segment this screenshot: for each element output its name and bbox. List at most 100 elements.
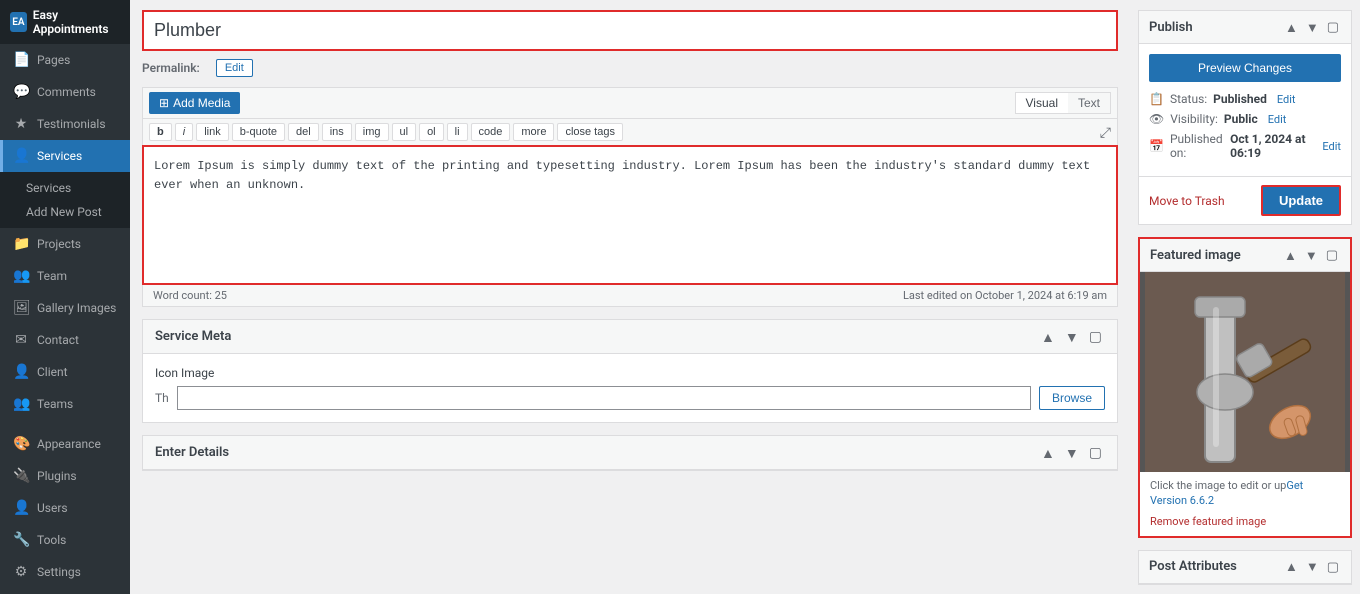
post-attributes-title: Post Attributes <box>1149 559 1283 574</box>
visibility-icon: 👁 <box>1149 112 1164 126</box>
sidebar-sub-item-services[interactable]: Services <box>0 176 130 200</box>
sidebar-item-label: Client <box>37 365 68 379</box>
sidebar-item-services[interactable]: 👤 Services <box>0 140 130 172</box>
post-title-input[interactable] <box>142 10 1118 51</box>
service-meta-title: Service Meta <box>155 329 1038 344</box>
sidebar-item-team[interactable]: 👥 Team <box>0 260 130 292</box>
details-collapse-up[interactable]: ▲ <box>1038 445 1058 461</box>
publish-collapse-up[interactable]: ▲ <box>1283 19 1300 35</box>
content-area: Permalink: Edit ⊞ Add Media Visual Text … <box>130 0 1360 594</box>
word-count-label: Word count: <box>153 289 212 302</box>
status-edit-link[interactable]: Edit <box>1277 93 1296 106</box>
status-icon: 📋 <box>1149 92 1164 106</box>
fmt-img[interactable]: img <box>355 123 389 141</box>
fmt-link[interactable]: link <box>196 123 229 141</box>
sidebar-item-label: Plugins <box>37 469 77 483</box>
visibility-edit-link[interactable]: Edit <box>1268 113 1287 126</box>
meta-collapse-up[interactable]: ▲ <box>1038 329 1058 345</box>
preview-changes-button[interactable]: Preview Changes <box>1149 54 1341 82</box>
sidebar-item-teams[interactable]: 👥 Teams <box>0 388 130 420</box>
sidebar-item-client[interactable]: 👤 Client <box>0 356 130 388</box>
editor-content[interactable]: Lorem Ipsum is simply dummy text of the … <box>142 145 1118 285</box>
move-to-trash-link[interactable]: Move to Trash <box>1149 194 1225 208</box>
sidebar-item-users[interactable]: 👤 Users <box>0 492 130 524</box>
sidebar-sub-item-add-new[interactable]: Add New Post <box>0 200 130 224</box>
fmt-bold[interactable]: b <box>149 123 172 141</box>
visibility-value: Public <box>1224 112 1258 126</box>
fmt-bquote[interactable]: b-quote <box>232 123 285 141</box>
sidebar-item-contact[interactable]: ✉ Contact <box>0 324 130 356</box>
sidebar-item-label: Pages <box>37 53 70 67</box>
fmt-ol[interactable]: ol <box>419 123 444 141</box>
enter-details-title: Enter Details <box>155 445 1038 460</box>
sidebar-item-appearance[interactable]: 🎨 Appearance <box>0 428 130 460</box>
fmt-close-tags[interactable]: close tags <box>557 123 623 141</box>
featured-expand[interactable]: ▢ <box>1324 247 1340 263</box>
featured-collapse-up[interactable]: ▲ <box>1282 247 1299 263</box>
permalink-edit-button[interactable]: Edit <box>216 59 253 77</box>
fmt-code[interactable]: code <box>471 123 511 141</box>
main-content: Permalink: Edit ⊞ Add Media Visual Text … <box>130 0 1360 594</box>
users-icon: 👤 <box>13 500 29 516</box>
comments-icon: 💬 <box>13 84 29 100</box>
sidebar-logo[interactable]: EA Easy Appointments <box>0 0 130 44</box>
fmt-ins[interactable]: ins <box>322 123 352 141</box>
testimonials-icon: ★ <box>13 116 29 132</box>
attributes-expand[interactable]: ▢ <box>1325 559 1341 575</box>
sidebar-item-pages[interactable]: 📄 Pages <box>0 44 130 76</box>
text-tab[interactable]: Text <box>1068 93 1110 113</box>
update-button[interactable]: Update <box>1261 185 1341 216</box>
expand-editor-button[interactable]: ⤢ <box>1100 124 1111 141</box>
published-value: Oct 1, 2024 at 06:19 <box>1230 132 1312 160</box>
publish-collapse-down[interactable]: ▼ <box>1304 19 1321 35</box>
attributes-collapse-down[interactable]: ▼ <box>1304 559 1321 575</box>
fmt-del[interactable]: del <box>288 123 319 141</box>
publish-expand[interactable]: ▢ <box>1325 19 1341 35</box>
sidebar-item-testimonials[interactable]: ★ Testimonials <box>0 108 130 140</box>
visual-text-tabs: Visual Text <box>1015 92 1111 114</box>
enter-details-box: Enter Details ▲ ▼ ▢ <box>142 435 1118 471</box>
editor-text: Lorem Ipsum is simply dummy text of the … <box>154 159 1090 192</box>
sidebar-item-comments[interactable]: 💬 Comments <box>0 76 130 108</box>
publish-date-row: 📅 Published on: Oct 1, 2024 at 06:19 Edi… <box>1149 132 1341 160</box>
details-collapse-down[interactable]: ▼ <box>1062 445 1082 461</box>
sidebar-item-projects[interactable]: 📁 Projects <box>0 228 130 260</box>
teams-icon: 👥 <box>13 396 29 412</box>
sidebar-item-label: Projects <box>37 237 81 251</box>
published-label: Published on: <box>1170 132 1224 160</box>
fmt-more[interactable]: more <box>513 123 554 141</box>
plumber-image <box>1145 272 1345 472</box>
sidebar-item-label: Tools <box>37 533 66 547</box>
editor-panel: Permalink: Edit ⊞ Add Media Visual Text … <box>130 0 1130 594</box>
team-icon: 👥 <box>13 268 29 284</box>
sidebar-sub-services: Services Add New Post <box>0 172 130 228</box>
meta-collapse-down[interactable]: ▼ <box>1062 329 1082 345</box>
visual-tab[interactable]: Visual <box>1016 93 1068 113</box>
details-expand[interactable]: ▢ <box>1086 444 1105 461</box>
caption-text: Click the image to edit or up <box>1150 479 1286 492</box>
sidebar-item-tools[interactable]: 🔧 Tools <box>0 524 130 556</box>
appearance-icon: 🎨 <box>13 436 29 452</box>
sidebar-item-gallery-images[interactable]: 🖼 Gallery Images <box>0 292 130 324</box>
sidebar-item-settings[interactable]: ⚙ Settings <box>0 556 130 588</box>
featured-image-container[interactable] <box>1140 272 1350 472</box>
sub-item-label: Services <box>26 181 71 195</box>
fmt-ul[interactable]: ul <box>392 123 417 141</box>
publish-title: Publish <box>1149 20 1283 35</box>
remove-featured-image-link[interactable]: Remove featured image <box>1140 515 1350 536</box>
attributes-collapse-up[interactable]: ▲ <box>1283 559 1300 575</box>
icon-image-row: Th Browse <box>155 386 1105 410</box>
fmt-li[interactable]: li <box>447 123 468 141</box>
icon-image-input[interactable] <box>177 386 1031 410</box>
sidebar-item-notification-bars[interactable]: 🔔 Notification Bars <box>0 588 130 594</box>
meta-expand[interactable]: ▢ <box>1086 328 1105 345</box>
fmt-italic[interactable]: i <box>175 123 193 141</box>
projects-icon: 📁 <box>13 236 29 252</box>
browse-button[interactable]: Browse <box>1039 386 1105 410</box>
add-media-button[interactable]: ⊞ Add Media <box>149 92 240 114</box>
sidebar-item-label: Team <box>37 269 67 283</box>
featured-collapse-down[interactable]: ▼ <box>1303 247 1320 263</box>
sidebar-item-plugins[interactable]: 🔌 Plugins <box>0 460 130 492</box>
published-edit-link[interactable]: Edit <box>1322 140 1341 153</box>
sidebar-item-label: Gallery Images <box>37 301 116 315</box>
